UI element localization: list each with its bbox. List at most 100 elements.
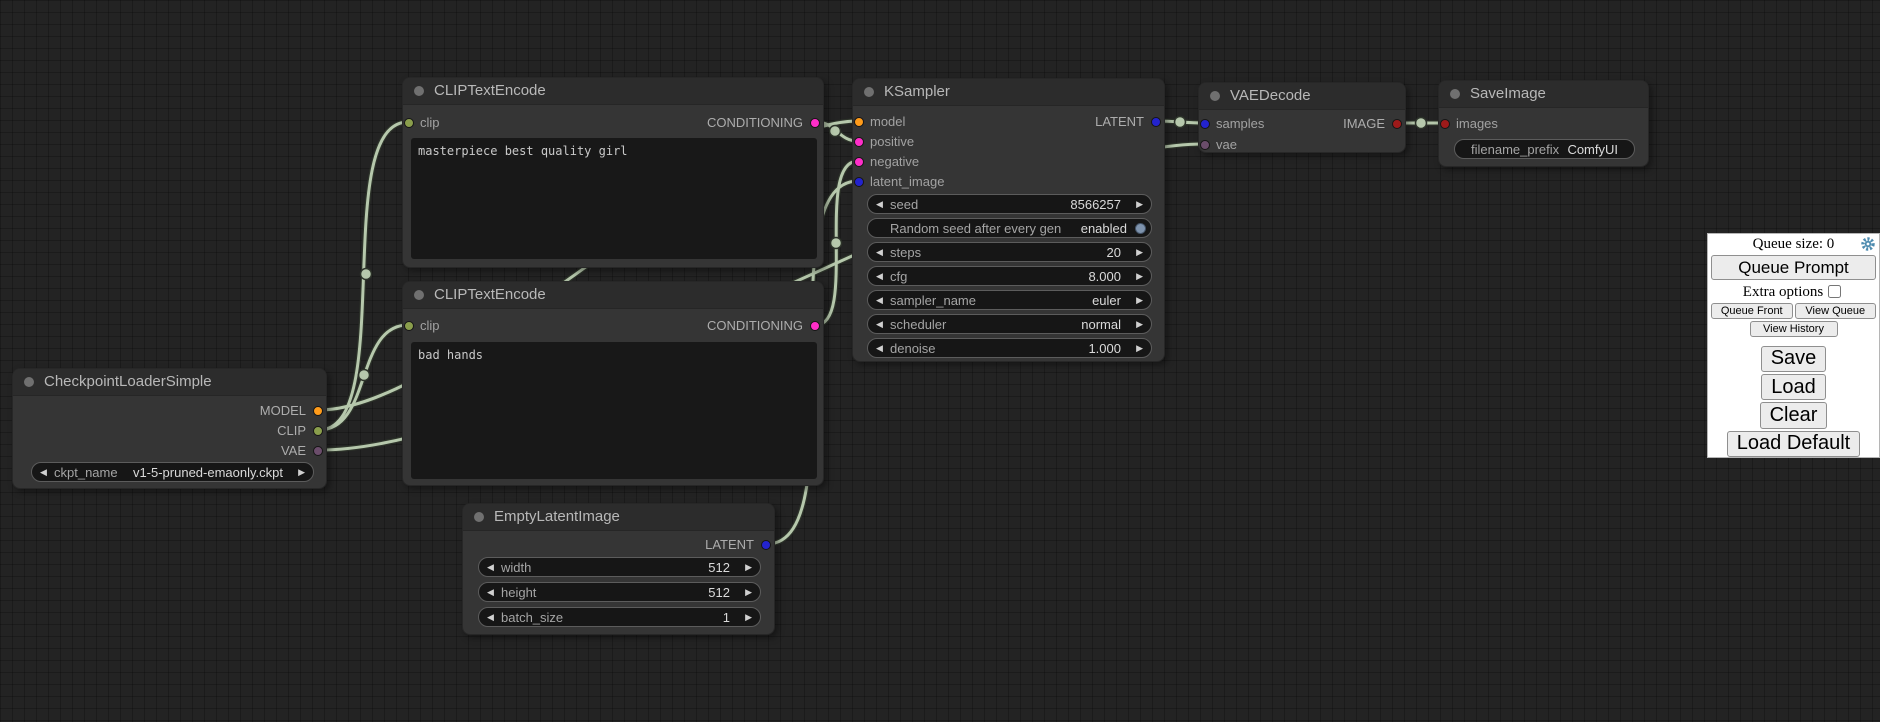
denoise-widget[interactable]: ◀ denoise 1.000 ▶ <box>867 338 1152 358</box>
input-slot-clip-icon[interactable] <box>404 321 414 331</box>
input-label-positive: positive <box>870 134 914 150</box>
output-slot-vae-icon[interactable] <box>313 446 323 456</box>
save-button[interactable]: Save <box>1761 346 1827 372</box>
decrement-arrow-icon[interactable]: ◀ <box>876 292 883 309</box>
increment-arrow-icon[interactable]: ▶ <box>1136 196 1143 213</box>
widget-label: steps <box>890 244 921 261</box>
sampler-name-widget[interactable]: ◀ sampler_name euler ▶ <box>867 290 1152 310</box>
node-title-bar[interactable]: CLIPTextEncode <box>403 282 823 309</box>
node-empty-latent-image[interactable]: EmptyLatentImage LATENT ◀ width 512 ▶ ◀ … <box>462 503 775 635</box>
load-default-button[interactable]: Load Default <box>1727 431 1860 457</box>
batch-size-widget[interactable]: ◀ batch_size 1 ▶ <box>478 607 761 627</box>
decrement-arrow-icon[interactable]: ◀ <box>876 196 883 213</box>
toggle-enabled-icon[interactable] <box>1135 223 1146 234</box>
decrement-arrow-icon[interactable]: ◀ <box>876 268 883 285</box>
view-history-button[interactable]: View History <box>1750 321 1838 337</box>
widget-value: enabled <box>1081 220 1127 237</box>
node-title-bar[interactable]: KSampler <box>853 79 1164 106</box>
increment-arrow-icon[interactable]: ▶ <box>1136 244 1143 261</box>
collapse-dot-icon[interactable] <box>414 290 424 300</box>
output-slot-clip-icon[interactable] <box>313 426 323 436</box>
extra-options-checkbox[interactable] <box>1828 285 1841 298</box>
node-clip-text-encode-negative[interactable]: CLIPTextEncode clip CONDITIONING bad han… <box>402 281 824 486</box>
increment-arrow-icon[interactable]: ▶ <box>745 609 752 626</box>
clear-button[interactable]: Clear <box>1760 402 1828 428</box>
node-ksampler[interactable]: KSampler model positive negative latent_… <box>852 78 1165 362</box>
output-slot-latent-icon[interactable] <box>761 540 771 550</box>
input-label-clip: clip <box>420 115 440 131</box>
prompt-text-input[interactable]: masterpiece best quality girl <box>411 138 817 259</box>
input-label-clip: clip <box>420 318 440 334</box>
width-widget[interactable]: ◀ width 512 ▶ <box>478 557 761 577</box>
collapse-dot-icon[interactable] <box>24 377 34 387</box>
output-label-vae: VAE <box>281 443 306 459</box>
node-title-bar[interactable]: CLIPTextEncode <box>403 78 823 105</box>
output-slot-conditioning-icon[interactable] <box>810 321 820 331</box>
steps-widget[interactable]: ◀ steps 20 ▶ <box>867 242 1152 262</box>
queue-menu-panel: Queue size: 0 Queue Prompt Extra options… <box>1707 233 1880 458</box>
input-slot-negative-icon[interactable] <box>854 157 864 167</box>
decrement-arrow-icon[interactable]: ◀ <box>876 316 883 333</box>
settings-gear-icon[interactable] <box>1860 236 1876 252</box>
collapse-dot-icon[interactable] <box>1450 89 1460 99</box>
output-slot-conditioning-icon[interactable] <box>810 118 820 128</box>
increment-arrow-icon[interactable]: ▶ <box>1136 292 1143 309</box>
node-checkpoint-loader[interactable]: CheckpointLoaderSimple MODEL CLIP VAE ◀ … <box>12 368 327 489</box>
input-slot-images-icon[interactable] <box>1440 119 1450 129</box>
collapse-dot-icon[interactable] <box>474 512 484 522</box>
decrement-arrow-icon[interactable]: ◀ <box>487 609 494 626</box>
node-vae-decode[interactable]: VAEDecode samples vae IMAGE <box>1198 82 1406 153</box>
view-queue-button[interactable]: View Queue <box>1795 303 1877 319</box>
collapse-dot-icon[interactable] <box>1210 91 1220 101</box>
collapse-dot-icon[interactable] <box>864 87 874 97</box>
queue-front-button[interactable]: Queue Front <box>1711 303 1793 319</box>
widget-label: denoise <box>890 340 936 357</box>
node-title-bar[interactable]: CheckpointLoaderSimple <box>13 369 326 396</box>
increment-arrow-icon[interactable]: ▶ <box>1136 316 1143 333</box>
increment-arrow-icon[interactable]: ▶ <box>1136 268 1143 285</box>
ckpt-name-widget[interactable]: ◀ ckpt_name v1-5-pruned-emaonly.ckpt ▶ <box>31 462 314 482</box>
prompt-text-input[interactable]: bad hands <box>411 342 817 479</box>
input-slot-vae-icon[interactable] <box>1200 140 1210 150</box>
increment-arrow-icon[interactable]: ▶ <box>298 464 305 481</box>
cfg-widget[interactable]: ◀ cfg 8.000 ▶ <box>867 266 1152 286</box>
decrement-arrow-icon[interactable]: ◀ <box>40 464 47 481</box>
node-title-bar[interactable]: SaveImage <box>1439 81 1648 108</box>
decrement-arrow-icon[interactable]: ◀ <box>487 559 494 576</box>
random-seed-toggle-widget[interactable]: Random seed after every gen enabled <box>867 218 1152 238</box>
input-slot-positive-icon[interactable] <box>854 137 864 147</box>
node-save-image[interactable]: SaveImage images filename_prefix ComfyUI <box>1438 80 1649 167</box>
scheduler-widget[interactable]: ◀ scheduler normal ▶ <box>867 314 1152 334</box>
filename-prefix-widget[interactable]: filename_prefix ComfyUI <box>1454 139 1635 159</box>
increment-arrow-icon[interactable]: ▶ <box>745 584 752 601</box>
output-slot-model-icon[interactable] <box>313 406 323 416</box>
output-slot-image-icon[interactable] <box>1392 119 1402 129</box>
node-title-bar[interactable]: VAEDecode <box>1199 83 1405 110</box>
input-label-latent-image: latent_image <box>870 174 944 190</box>
widget-label: batch_size <box>501 609 563 626</box>
node-graph-canvas[interactable]: CheckpointLoaderSimple MODEL CLIP VAE ◀ … <box>0 0 1880 722</box>
node-clip-text-encode-positive[interactable]: CLIPTextEncode clip CONDITIONING masterp… <box>402 77 824 268</box>
widget-value: 512 <box>708 559 730 576</box>
output-label-conditioning: CONDITIONING <box>707 318 803 334</box>
decrement-arrow-icon[interactable]: ◀ <box>487 584 494 601</box>
node-title: EmptyLatentImage <box>494 508 620 525</box>
increment-arrow-icon[interactable]: ▶ <box>745 559 752 576</box>
output-slot-latent-icon[interactable] <box>1151 117 1161 127</box>
decrement-arrow-icon[interactable]: ◀ <box>876 244 883 261</box>
input-slot-clip-icon[interactable] <box>404 118 414 128</box>
seed-widget[interactable]: ◀ seed 8566257 ▶ <box>867 194 1152 214</box>
height-widget[interactable]: ◀ height 512 ▶ <box>478 582 761 602</box>
input-slot-latent-image-icon[interactable] <box>854 177 864 187</box>
load-button[interactable]: Load <box>1761 374 1826 400</box>
output-label-image: IMAGE <box>1343 116 1385 132</box>
increment-arrow-icon[interactable]: ▶ <box>1136 340 1143 357</box>
node-title: KSampler <box>884 83 950 100</box>
queue-prompt-button[interactable]: Queue Prompt <box>1711 255 1876 280</box>
node-title: CLIPTextEncode <box>434 286 546 303</box>
decrement-arrow-icon[interactable]: ◀ <box>876 340 883 357</box>
input-slot-samples-icon[interactable] <box>1200 119 1210 129</box>
collapse-dot-icon[interactable] <box>414 86 424 96</box>
input-slot-model-icon[interactable] <box>854 117 864 127</box>
node-title-bar[interactable]: EmptyLatentImage <box>463 504 774 531</box>
